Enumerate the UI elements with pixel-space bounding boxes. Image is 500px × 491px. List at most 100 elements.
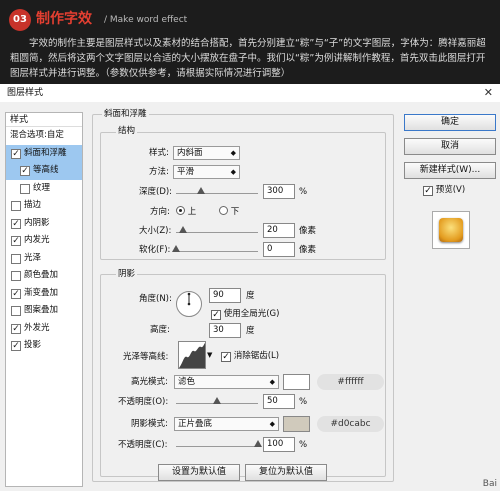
radio-selected-icon[interactable] <box>176 206 185 215</box>
shadow-mode-label: 阴影模式: <box>131 419 168 429</box>
style-select[interactable]: 内斜面 ◆ <box>173 146 240 160</box>
shading-title: 阴影 <box>116 269 138 280</box>
direction-up-option[interactable]: 上 <box>176 205 196 219</box>
style-item-label: 斜面和浮雕 <box>24 147 67 158</box>
direction-label: 方向: <box>150 207 170 217</box>
shadow-opacity-unit: % <box>299 440 308 450</box>
size-label: 大小(Z): <box>139 226 172 236</box>
style-preview-thumbnail <box>432 211 470 249</box>
soften-slider-track[interactable] <box>176 251 258 252</box>
ok-button[interactable]: 确定 <box>404 114 496 131</box>
checkbox-icon[interactable] <box>11 201 21 211</box>
style-label: 样式: <box>149 148 169 158</box>
new-style-button[interactable]: 新建样式(W)... <box>404 162 496 179</box>
depth-input[interactable]: 300 <box>263 184 295 199</box>
checkbox-icon[interactable] <box>11 253 21 264</box>
step-subtitle: / Make word effect <box>104 15 188 25</box>
style-item[interactable]: 光泽 <box>6 250 82 268</box>
preview-label: 预览(V) <box>435 185 466 195</box>
direction-down-option[interactable]: 下 <box>219 205 239 219</box>
size-unit: 像素 <box>299 226 317 236</box>
antialias-option[interactable]: ✓ 消除锯齿(L) <box>221 349 279 363</box>
shadow-opacity-input[interactable]: 100 <box>263 437 295 452</box>
highlight-mode-select[interactable]: 滤色 ◆ <box>174 375 279 389</box>
checkbox-checked-icon[interactable]: ✓ <box>11 288 21 299</box>
style-item-label: 描边 <box>24 200 42 210</box>
size-slider-track[interactable] <box>176 232 258 233</box>
updown-arrow-icon: ◆ <box>269 378 275 386</box>
altitude-input[interactable]: 30 <box>209 323 241 338</box>
checkbox-checked-icon[interactable]: ✓ <box>423 186 433 196</box>
depth-slider-thumb[interactable] <box>196 187 205 194</box>
contour-dropdown-icon[interactable]: ▼ <box>207 351 212 359</box>
style-item[interactable]: ✓ 外发光 <box>6 320 82 338</box>
angle-input[interactable]: 90 <box>209 288 241 303</box>
updown-arrow-icon: ◆ <box>269 420 275 428</box>
soften-unit: 像素 <box>299 245 317 255</box>
gloss-contour-preview[interactable] <box>178 341 206 369</box>
step-title: 制作字效 <box>36 11 92 27</box>
style-item[interactable]: ✓ 斜面和浮雕 <box>6 144 82 162</box>
set-default-button[interactable]: 设置为默认值 <box>158 464 240 481</box>
angle-label: 角度(N): <box>139 294 172 304</box>
checkbox-checked-icon[interactable]: ✓ <box>11 148 21 159</box>
shadow-opacity-track[interactable] <box>176 446 258 447</box>
size-slider-thumb[interactable] <box>178 226 187 233</box>
soften-slider-thumb[interactable] <box>172 245 180 252</box>
shadow-mode-select[interactable]: 正片叠底 ◆ <box>174 417 279 431</box>
checkbox-checked-icon[interactable]: ✓ <box>11 236 21 246</box>
checkbox-checked-icon[interactable]: ✓ <box>11 341 21 351</box>
checkbox-checked-icon[interactable]: ✓ <box>11 218 21 229</box>
checkbox-icon[interactable] <box>11 306 21 316</box>
preview-option[interactable]: ✓ 预览(V) <box>423 183 465 197</box>
reset-default-button[interactable]: 复位为默认值 <box>245 464 327 481</box>
style-item[interactable]: ✓ 渐变叠加 <box>6 285 82 303</box>
highlight-opacity-thumb[interactable] <box>213 397 221 404</box>
style-item-label: 颜色叠加 <box>24 270 59 280</box>
checkbox-checked-icon[interactable]: ✓ <box>11 323 21 334</box>
layer-style-dialog: 图层样式 ✕ 样式 混合选项:自定 ✓ 斜面和浮雕 ✓ 等高线 纹理 描边 ✓ 内阴影 ✓ 内发光… <box>0 84 500 491</box>
step-description: 字效的制作主要是图层样式以及素材的结合搭配，首先分别建立“粽”与“子”的文字图层… <box>10 38 486 79</box>
depth-slider-track[interactable] <box>176 193 258 194</box>
style-item[interactable]: ✓ 内发光 <box>6 232 82 250</box>
style-item[interactable]: 颜色叠加 <box>6 267 82 285</box>
blending-options-item[interactable]: 混合选项:自定 <box>6 127 82 145</box>
checkbox-checked-icon[interactable]: ✓ <box>20 166 30 176</box>
highlight-mode-label: 高光模式: <box>131 377 168 387</box>
depth-label: 深度(D): <box>139 187 173 197</box>
dialog-title: 图层样式 <box>7 88 44 98</box>
size-input[interactable]: 20 <box>263 223 295 238</box>
checkbox-checked-icon[interactable]: ✓ <box>221 352 231 362</box>
checkbox-icon[interactable] <box>20 183 30 194</box>
highlight-mode-value: 滤色 <box>178 377 196 387</box>
global-light-option[interactable]: ✓ 使用全局光(G) <box>211 307 279 321</box>
style-item[interactable]: ✓ 等高线 <box>6 162 82 180</box>
antialias-label: 消除锯齿(L) <box>233 351 280 361</box>
method-select[interactable]: 平滑 ◆ <box>173 165 240 179</box>
altitude-unit: 度 <box>246 326 255 336</box>
style-item-label: 光泽 <box>24 252 42 263</box>
soften-input[interactable]: 0 <box>263 242 295 257</box>
radio-icon[interactable] <box>219 206 228 215</box>
style-item[interactable]: ✓ 内阴影 <box>6 215 82 233</box>
checkbox-icon[interactable] <box>11 271 21 281</box>
cancel-button[interactable]: 取消 <box>404 138 496 155</box>
highlight-color-swatch[interactable] <box>283 374 310 390</box>
altitude-label: 高度: <box>150 325 170 335</box>
updown-arrow-icon: ◆ <box>230 149 236 157</box>
checkbox-checked-icon[interactable]: ✓ <box>211 310 221 320</box>
style-item[interactable]: 图案叠加 <box>6 302 82 320</box>
highlight-opacity-input[interactable]: 50 <box>263 394 295 409</box>
watermark: Bai <box>482 479 497 489</box>
style-item[interactable]: 纹理 <box>6 180 82 198</box>
structure-title: 结构 <box>116 126 138 137</box>
style-item[interactable]: 描边 <box>6 197 82 215</box>
style-item[interactable]: ✓ 投影 <box>6 337 82 355</box>
depth-unit: % <box>299 187 308 197</box>
close-icon[interactable]: ✕ <box>484 84 493 102</box>
shadow-opacity-thumb[interactable] <box>254 440 262 447</box>
style-item-label: 投影 <box>24 340 42 350</box>
shadow-opacity-label: 不透明度(C): <box>118 440 168 450</box>
angle-dial[interactable] <box>175 290 203 318</box>
shadow-color-swatch[interactable] <box>283 416 310 432</box>
